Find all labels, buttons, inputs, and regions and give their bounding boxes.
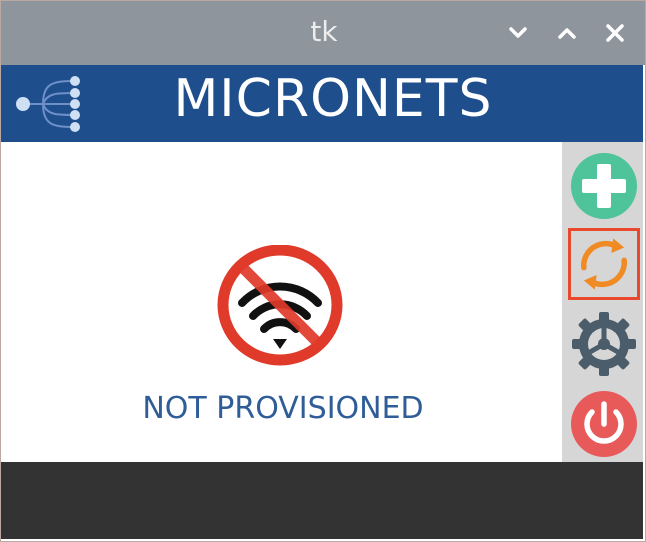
settings-button[interactable] [568,308,640,380]
power-icon [571,391,637,457]
add-button[interactable] [568,150,640,222]
chevron-down-icon [509,27,527,38]
app-window: tk MICRONETS NOT PROVISIONED [0,0,646,542]
main-panel: NOT PROVISIONED [1,142,562,462]
refresh-icon [581,238,627,290]
app-title: MICRONETS [173,69,493,129]
refresh-button[interactable] [568,228,640,300]
network-tree-icon [16,76,80,132]
plus-icon [571,153,637,219]
minimize-button[interactable] [504,19,532,47]
app-header: MICRONETS [1,65,643,142]
gear-icon [572,312,636,376]
title-bar[interactable]: tk [1,1,645,65]
close-button[interactable] [601,19,629,47]
action-sidebar [562,142,643,462]
chevron-up-icon [558,28,576,39]
close-icon [606,24,624,42]
power-button[interactable] [568,388,640,460]
maximize-button[interactable] [553,19,581,47]
window-title: tk [310,15,338,48]
footer-bar [1,462,643,539]
status-label: NOT PROVISIONED [142,391,424,426]
wifi-prohibited-icon [217,245,343,366]
